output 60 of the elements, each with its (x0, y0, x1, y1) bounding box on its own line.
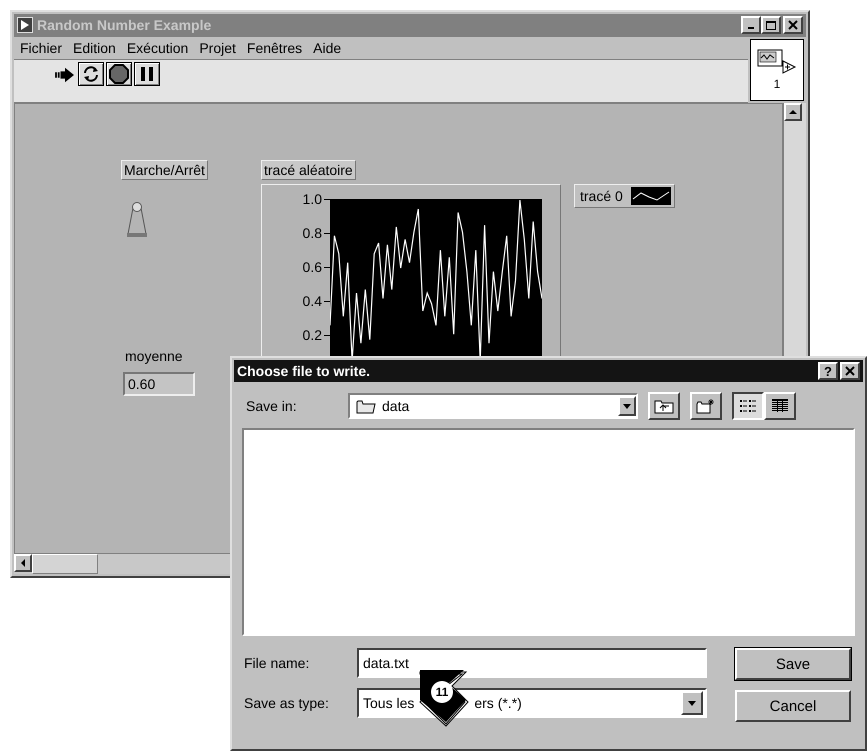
list-icon (739, 399, 757, 413)
dialog-title: Choose file to write. (237, 363, 370, 379)
pause-button[interactable] (134, 62, 160, 86)
switch-label: Marche/Arrêt (121, 160, 208, 180)
connector-pane[interactable]: 1 (750, 39, 804, 101)
axis-tick-label: 0.6 (302, 259, 323, 275)
menu-item[interactable]: Aide (313, 40, 342, 56)
menu-item[interactable]: Fichier (20, 40, 62, 56)
circular-arrows-icon (81, 64, 101, 84)
dropdown-arrow-icon (688, 700, 696, 706)
menu-item[interactable]: Projet (199, 40, 236, 56)
close-icon (787, 20, 799, 30)
folder-dropdown[interactable]: data (348, 393, 638, 419)
connector-pane-number: 1 (774, 77, 780, 91)
details-icon (771, 399, 789, 413)
menu-item[interactable]: Fenêtres (246, 40, 302, 56)
line-style-icon (630, 187, 671, 205)
run-arrow-icon[interactable] (54, 66, 76, 84)
window-title: Random Number Example (37, 17, 212, 33)
list-view-button[interactable] (732, 392, 764, 420)
menu-item[interactable]: Exécution (126, 40, 188, 56)
save-in-label: Save in: (246, 398, 298, 414)
details-view-button[interactable] (764, 392, 796, 420)
close-icon (844, 366, 856, 376)
chart-amplifier-icon (757, 49, 797, 75)
left-arrow-icon (20, 559, 26, 567)
scroll-left-button[interactable] (14, 554, 32, 572)
folder-icon (356, 398, 376, 414)
legend-label: tracé 0 (580, 188, 623, 204)
toggle-switch[interactable] (125, 200, 149, 240)
file-name-field[interactable]: data.txt (357, 648, 707, 678)
axis-tick-label: 1.0 (302, 191, 323, 207)
folder-up-icon (654, 398, 674, 414)
new-folder-button[interactable] (690, 392, 722, 420)
cancel-button[interactable]: Cancel (735, 690, 851, 722)
axis-tick-label: 0.8 (302, 225, 323, 241)
scroll-thumb[interactable] (32, 554, 98, 574)
callout-arrow-icon (418, 670, 470, 728)
chart-label: tracé aléatoire (261, 160, 356, 180)
scroll-up-button[interactable] (784, 103, 802, 121)
indicator-label: moyenne (125, 348, 183, 364)
app-icon (17, 17, 33, 33)
minimize-icon (748, 27, 754, 29)
menu-item[interactable]: Edition (73, 40, 116, 56)
up-arrow-icon (789, 109, 797, 115)
help-button[interactable]: ? (818, 362, 838, 380)
dropdown-arrow-icon (623, 404, 631, 408)
new-folder-icon (696, 398, 716, 414)
stop-octagon-icon (109, 64, 129, 84)
maximize-icon (765, 20, 777, 30)
up-folder-button[interactable] (648, 392, 680, 420)
axis-tick-label: 0.2 (302, 327, 323, 343)
abort-button[interactable] (106, 62, 132, 86)
close-button[interactable] (840, 362, 860, 380)
run-continuously-button[interactable] (78, 62, 104, 86)
axis-tick-label: 0.4 (302, 293, 323, 309)
save-as-type-label: Save as type: (244, 695, 330, 711)
save-button[interactable]: Save (735, 648, 851, 680)
numeric-indicator: 0.60 (123, 372, 195, 396)
file-name-label: File name: (244, 655, 310, 671)
